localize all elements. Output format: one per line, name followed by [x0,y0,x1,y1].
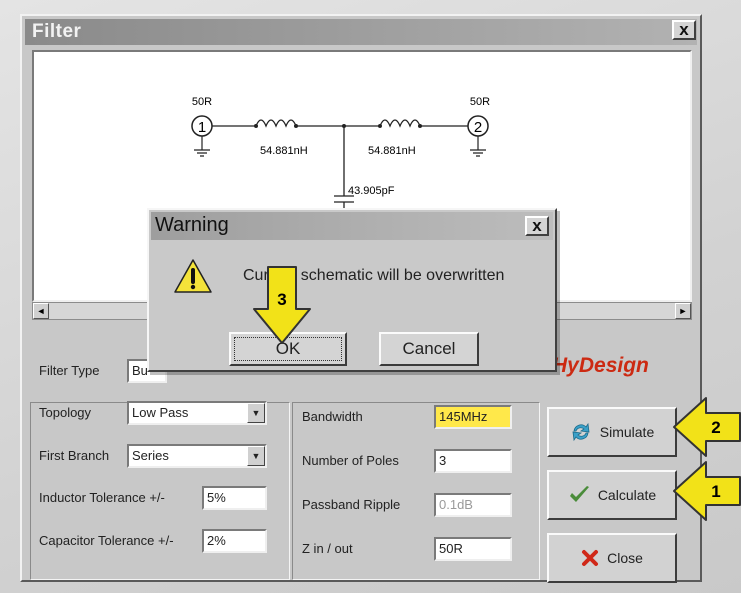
capacitor-tolerance-label: Capacitor Tolerance +/- [39,533,174,548]
series-wire [212,124,468,128]
topology-value: Low Pass [132,405,189,420]
port-1-label: 50R [192,96,212,108]
callout-arrow-3: 3 [253,266,311,344]
topology-label: Topology [39,405,92,420]
window-close-button[interactable]: x [672,20,696,40]
dialog-close-button[interactable]: x [525,216,549,236]
callout-1-number: 1 [711,482,720,501]
first-branch-value: Series [132,448,169,463]
calculate-label: Calculate [597,487,657,503]
first-branch-label: First Branch [39,448,110,463]
warning-dialog: Warning x Current schematic will be over… [147,208,557,372]
topology-select[interactable]: Low Pass ▼ [127,401,267,425]
hydesign-logo: HyDesign [552,354,649,377]
chevron-down-icon[interactable]: ▼ [247,403,265,423]
callout-arrow-2: 2 [673,397,741,457]
close-button[interactable]: Close [547,533,677,583]
shunt-capacitor[interactable]: 43.905pF [334,126,395,222]
x-mark-icon [582,550,599,566]
simulate-label: Simulate [599,424,655,440]
port-2-number: 2 [474,119,482,136]
scroll-left-button[interactable]: ◄ [33,303,49,319]
dialog-title: Warning [155,214,229,236]
dialog-titlebar[interactable]: Warning [151,212,553,240]
callout-3-number: 3 [277,290,286,309]
close-label: Close [607,550,643,566]
number-of-poles-label: Number of Poles [302,453,399,468]
first-branch-select[interactable]: Series ▼ [127,444,267,468]
callout-arrow-1: 1 [673,461,741,521]
scroll-right-button[interactable]: ► [675,303,691,319]
port-2-label: 50R [470,96,490,108]
window-title: Filter [32,21,82,42]
inductor-1-value: 54.881nH [260,145,308,157]
calculate-button[interactable]: Calculate [547,470,677,520]
simulate-button[interactable]: Simulate [547,407,677,457]
port-1[interactable]: 1 50R [191,96,213,157]
window-titlebar[interactable]: Filter [25,19,697,45]
passband-ripple-input: 0.1dB [434,493,512,517]
number-of-poles-input[interactable]: 3 [434,449,512,473]
bandwidth-input[interactable]: 145MHz [434,405,512,429]
warning-icon [174,259,212,293]
cancel-button[interactable]: Cancel [379,332,479,366]
callout-2-number: 2 [711,418,720,437]
capacitor-value: 43.905pF [348,185,395,197]
chevron-down-icon[interactable]: ▼ [247,446,265,466]
passband-ripple-label: Passband Ripple [302,497,401,512]
inductor-tolerance-label: Inductor Tolerance +/- [39,490,165,505]
filter-type-label: Filter Type [39,363,100,378]
capacitor-tolerance-input[interactable]: 2% [202,529,267,553]
inductor-tolerance-input[interactable]: 5% [202,486,267,510]
inductor-2-value: 54.881nH [368,145,416,157]
z-in-out-label: Z in / out [302,541,353,556]
checkmark-icon [569,486,589,502]
refresh-icon [572,422,590,442]
port-1-number: 1 [198,119,206,136]
bandwidth-label: Bandwidth [302,409,363,424]
port-2[interactable]: 2 50R [467,96,490,157]
z-in-out-input[interactable]: 50R [434,537,512,561]
